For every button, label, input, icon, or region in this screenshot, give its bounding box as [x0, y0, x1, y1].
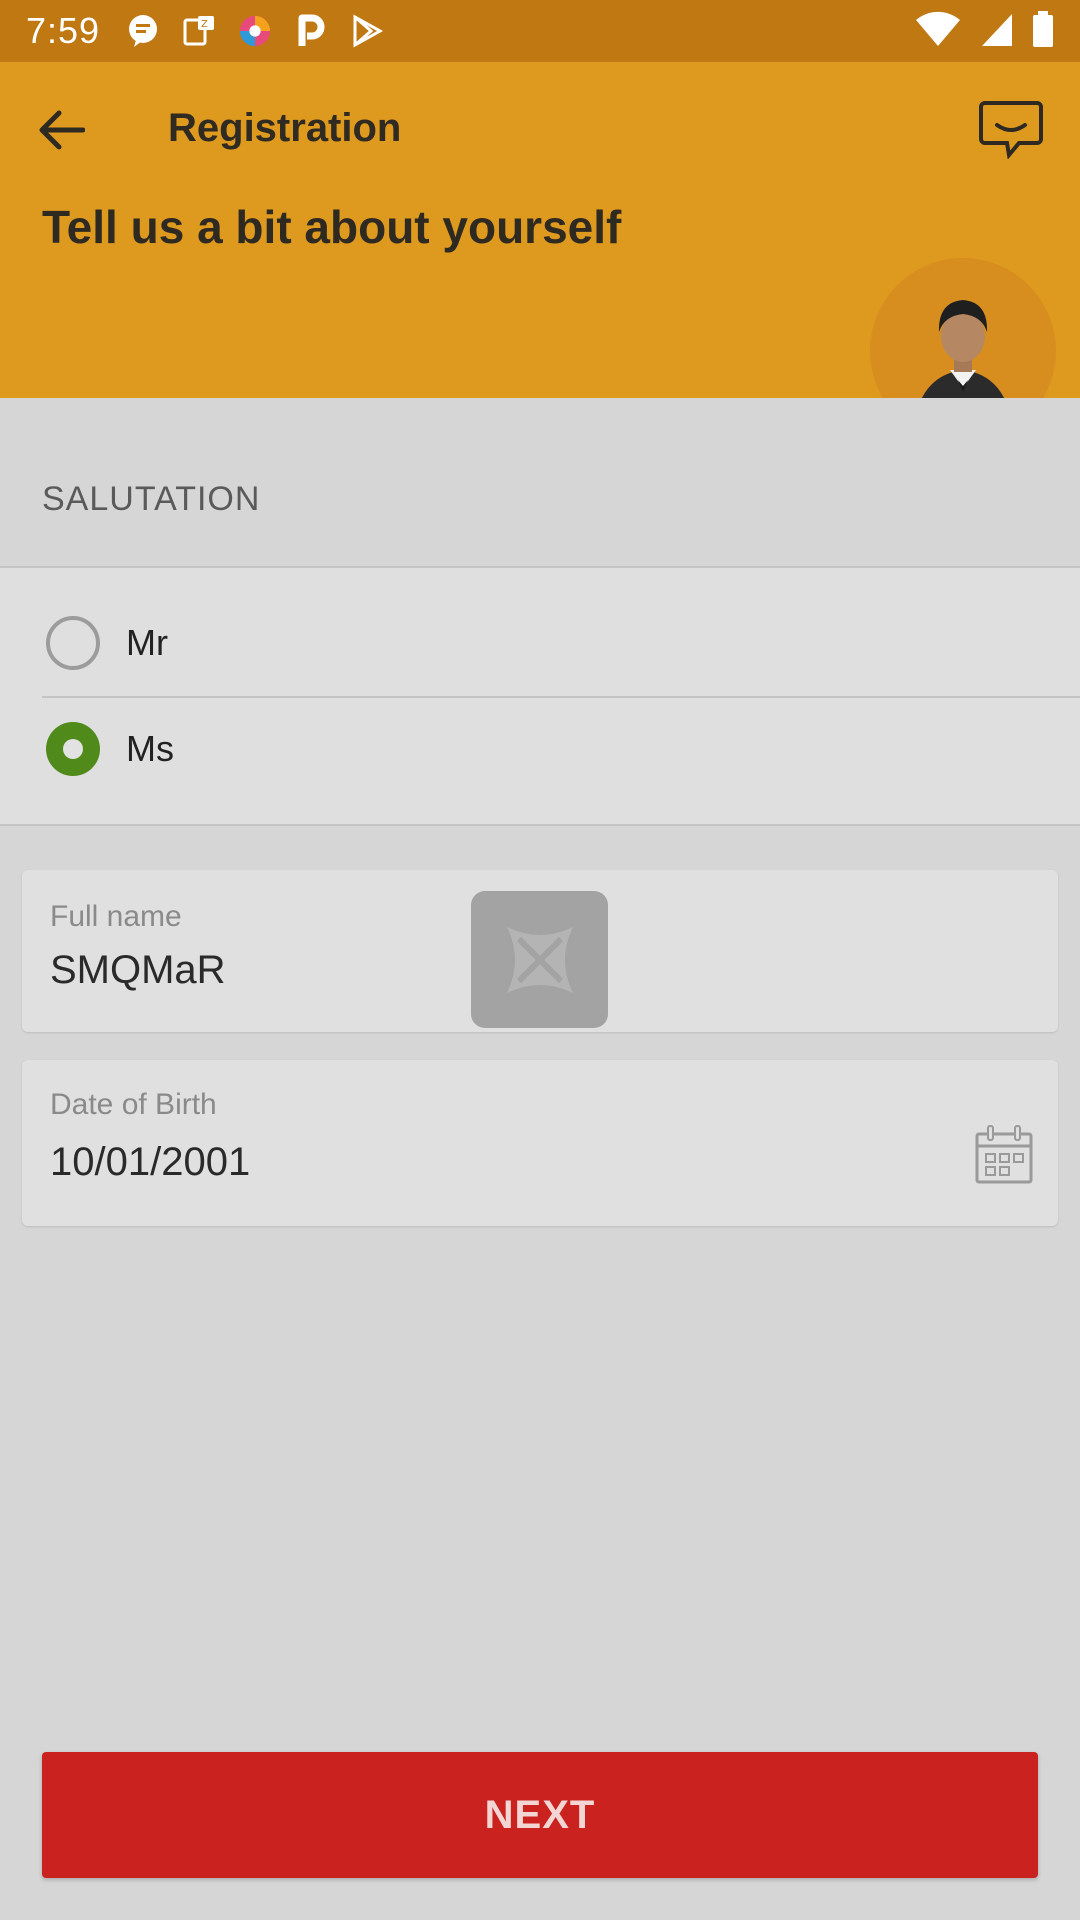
- full-name-value[interactable]: SMQMaR: [50, 948, 226, 993]
- next-button[interactable]: NEXT: [42, 1752, 1038, 1878]
- chat-button[interactable]: [976, 96, 1046, 166]
- browser-icon: [238, 14, 272, 48]
- notes-icon: Z: [182, 14, 216, 48]
- salutation-radio-group: Mr Ms: [0, 566, 1080, 826]
- signal-icon: [980, 10, 1014, 53]
- date-of-birth-field[interactable]: Date of Birth 10/01/2001: [22, 1060, 1058, 1226]
- status-time: 7:59: [26, 10, 101, 51]
- radio-option-ms[interactable]: Ms: [0, 696, 1080, 802]
- radio-unchecked-icon[interactable]: [46, 616, 100, 670]
- radio-label-ms: Ms: [126, 728, 174, 769]
- back-button[interactable]: [30, 100, 94, 164]
- calendar-icon[interactable]: [974, 1124, 1034, 1186]
- radio-label-mr: Mr: [126, 622, 168, 663]
- status-notification-icons: Z: [126, 14, 384, 48]
- wifi-icon: [914, 10, 962, 53]
- radio-option-mr[interactable]: Mr: [0, 590, 1080, 696]
- avatar: [870, 258, 1056, 398]
- play-store-icon: [350, 14, 384, 48]
- date-of-birth-value[interactable]: 10/01/2001: [50, 1140, 250, 1185]
- salutation-label: SALUTATION: [42, 480, 261, 518]
- parking-icon: [294, 14, 328, 48]
- date-of-birth-label: Date of Birth: [50, 1088, 217, 1121]
- status-bar: 7:59 Z: [0, 0, 1080, 62]
- status-system-icons: [914, 0, 1054, 62]
- battery-icon: [1032, 10, 1054, 53]
- svg-text:Z: Z: [201, 19, 208, 30]
- full-name-label: Full name: [50, 900, 182, 933]
- header-subtitle: Tell us a bit about yourself: [42, 201, 622, 253]
- arrow-back-icon: [39, 110, 86, 155]
- messages-icon: [126, 14, 160, 48]
- app-header: Registration Tell us a bit about yoursel…: [0, 62, 1080, 398]
- radio-checked-icon[interactable]: [46, 722, 100, 776]
- page-title: Registration: [168, 106, 402, 150]
- chat-icon: [979, 99, 1043, 164]
- app-logo-icon: [471, 891, 608, 1028]
